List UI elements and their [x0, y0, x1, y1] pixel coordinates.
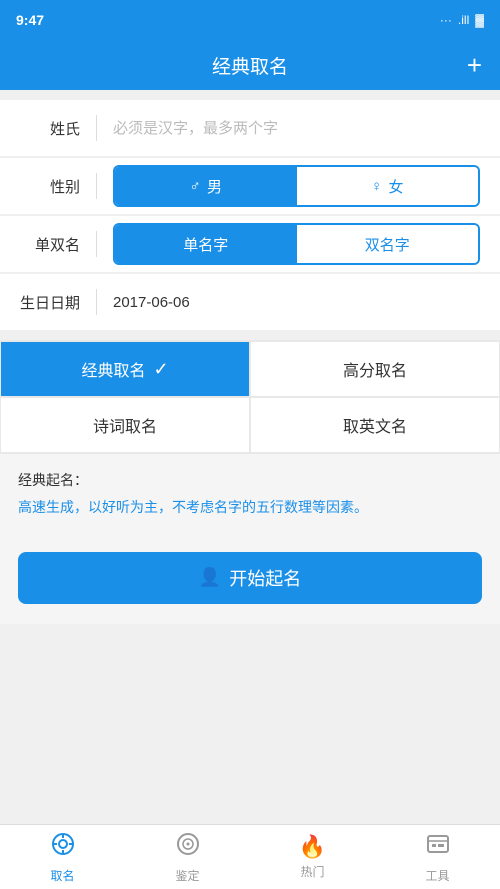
tab-bar: 取名 鉴定 🔥 热门 工具 — [0, 824, 500, 889]
tab-naming-icon — [50, 831, 76, 864]
status-bar: 9:47 ··· .ill ▓ — [0, 0, 500, 40]
single-double-section: 单双名 单名字 双名字 — [0, 216, 500, 272]
app-header: 经典取名 + — [0, 40, 500, 90]
gender-label: 性别 — [20, 176, 80, 197]
tab-appraise-icon — [175, 831, 201, 864]
tab-hot-icon: 🔥 — [299, 834, 326, 860]
check-icon: ✓ — [153, 359, 168, 380]
tab-hot-label: 热门 — [300, 863, 324, 880]
tab-tools-label: 工具 — [425, 867, 449, 884]
surname-input[interactable] — [113, 120, 480, 137]
naming-type-classic[interactable]: 经典取名 ✓ — [0, 341, 250, 397]
start-button-wrapper: 👤 开始起名 — [0, 532, 500, 624]
signal-bars: .ill — [458, 13, 469, 27]
signal-dots: ··· — [440, 13, 452, 27]
tab-appraise[interactable]: 鉴定 — [125, 825, 250, 889]
gender-row: 性别 ♂ 男 ♀ 女 — [0, 158, 500, 214]
tab-naming-label: 取名 — [50, 867, 74, 884]
divider — [96, 173, 97, 199]
surname-row: 姓氏 — [0, 100, 500, 156]
divider — [96, 115, 97, 141]
english-label: 取英文名 — [343, 413, 407, 437]
double-name-label: 双名字 — [365, 234, 410, 255]
highscore-label: 高分取名 — [343, 357, 407, 381]
description-section: 经典起名： 高速生成，以好听为主，不考虑名字的五行数理等因素。 — [0, 454, 500, 532]
classic-label: 经典取名 — [81, 357, 145, 381]
birthday-value[interactable]: 2017-06-06 — [113, 294, 190, 311]
naming-type-poetry[interactable]: 诗词取名 — [0, 397, 250, 453]
name-length-toggle: 单名字 双名字 — [113, 223, 480, 265]
birthday-section: 生日日期 2017-06-06 — [0, 274, 500, 330]
tab-tools-icon — [425, 831, 451, 864]
header-title: 经典取名 — [212, 52, 288, 79]
single-double-label: 单双名 — [20, 234, 80, 255]
status-icons: ··· .ill ▓ — [440, 13, 484, 27]
person-icon: 👤 — [199, 567, 221, 588]
divider — [96, 289, 97, 315]
gender-toggle: ♂ 男 ♀ 女 — [113, 165, 480, 207]
double-name-button[interactable]: 双名字 — [297, 225, 479, 263]
description-text: 高速生成，以好听为主，不考虑名字的五行数理等因素。 — [18, 496, 482, 520]
poetry-label: 诗词取名 — [93, 413, 157, 437]
single-double-row: 单双名 单名字 双名字 — [0, 216, 500, 272]
status-time: 9:47 — [16, 12, 44, 28]
surname-label: 姓氏 — [20, 118, 80, 139]
naming-type-english[interactable]: 取英文名 — [250, 397, 500, 453]
naming-type-highscore[interactable]: 高分取名 — [250, 341, 500, 397]
birthday-row: 生日日期 2017-06-06 — [0, 274, 500, 330]
naming-type-grid: 经典取名 ✓ 高分取名 诗词取名 取英文名 — [0, 340, 500, 454]
gender-female-button[interactable]: ♀ 女 — [297, 167, 479, 205]
start-naming-button[interactable]: 👤 开始起名 — [18, 552, 482, 604]
divider — [96, 231, 97, 257]
tab-tools[interactable]: 工具 — [375, 825, 500, 889]
add-button[interactable]: + — [467, 50, 482, 81]
female-icon: ♀ — [371, 178, 382, 195]
tab-appraise-label: 鉴定 — [175, 867, 199, 884]
start-button-label: 开始起名 — [229, 565, 301, 591]
surname-section: 姓氏 — [0, 100, 500, 156]
single-name-label: 单名字 — [183, 234, 228, 255]
single-name-button[interactable]: 单名字 — [115, 225, 297, 263]
tab-naming[interactable]: 取名 — [0, 825, 125, 889]
description-title: 经典起名： — [18, 470, 482, 490]
gender-section: 性别 ♂ 男 ♀ 女 — [0, 158, 500, 214]
battery-icon: ▓ — [475, 13, 484, 27]
gender-male-button[interactable]: ♂ 男 — [115, 167, 297, 205]
male-icon: ♂ — [190, 178, 201, 195]
tab-hot[interactable]: 🔥 热门 — [250, 825, 375, 889]
birthday-label: 生日日期 — [20, 292, 80, 313]
